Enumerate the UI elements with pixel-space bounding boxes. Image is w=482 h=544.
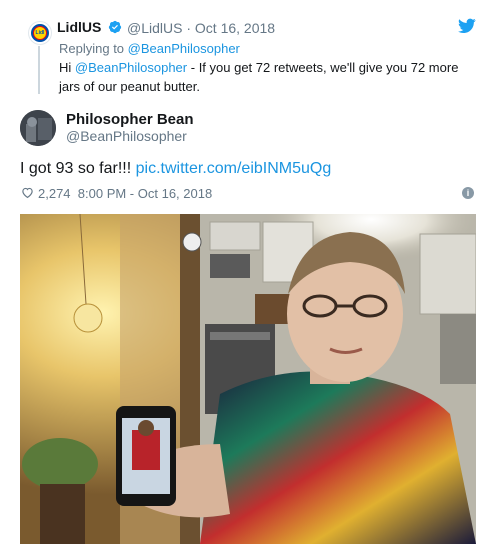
quoted-date[interactable]: Oct 16, 2018 xyxy=(195,20,275,36)
twitter-bird-icon[interactable] xyxy=(458,18,476,34)
lidl-avatar[interactable]: Lidl xyxy=(29,22,51,44)
meta-separator: · xyxy=(186,20,192,36)
photo-illustration xyxy=(20,214,476,544)
lidl-logo: Lidl xyxy=(33,26,47,40)
quoted-meta: @LidlUS · Oct 16, 2018 xyxy=(127,20,275,36)
replying-prefix: Replying to xyxy=(59,41,125,56)
tweet-photo[interactable] xyxy=(20,214,476,544)
author-handle[interactable]: @BeanPhilosopher xyxy=(66,128,187,144)
replying-handle-link[interactable]: @BeanPhilosopher xyxy=(128,41,240,56)
tweet-timestamp[interactable]: 8:00 PM - Oct 16, 2018 xyxy=(78,186,212,201)
quoted-tweet-text: Hi @BeanPhilosopher - If you get 72 retw… xyxy=(59,58,459,96)
avatar-image xyxy=(20,110,56,146)
quoted-author-name[interactable]: LidlUS xyxy=(57,19,101,35)
pic-link[interactable]: pic.twitter.com/eibINM5uQg xyxy=(136,160,332,177)
tweet-text: I got 93 so far!!! pic.twitter.com/eibIN… xyxy=(20,160,331,178)
thread-line xyxy=(38,46,40,94)
info-icon[interactable]: i xyxy=(462,187,474,199)
author-name[interactable]: Philosopher Bean xyxy=(66,111,194,128)
user-avatar[interactable] xyxy=(20,110,56,146)
verified-badge-icon xyxy=(108,20,122,34)
tweet-body: I got 93 so far!!! xyxy=(20,160,132,177)
quoted-author-handle[interactable]: @LidlUS xyxy=(127,20,182,36)
mention-link[interactable]: @BeanPhilosopher xyxy=(75,60,187,75)
heart-icon[interactable] xyxy=(21,186,34,199)
tweet-meta: 2,274 8:00 PM - Oct 16, 2018 xyxy=(38,186,212,201)
replying-to: Replying to @BeanPhilosopher xyxy=(59,41,240,56)
quoted-text-prefix: Hi xyxy=(59,60,72,75)
like-count[interactable]: 2,274 xyxy=(38,186,71,201)
